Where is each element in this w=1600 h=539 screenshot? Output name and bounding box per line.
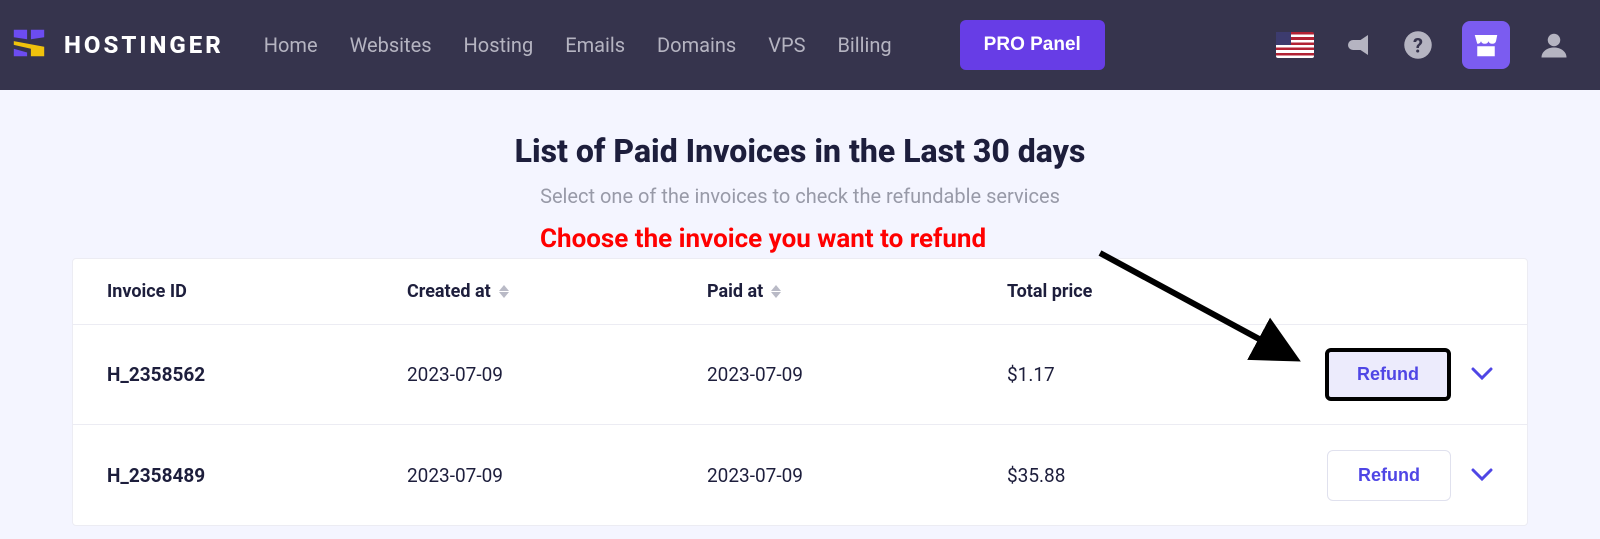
- table-row: H_2358562 2023-07-09 2023-07-09 $1.17 Re…: [73, 325, 1527, 425]
- logo-icon: [10, 24, 48, 66]
- col-created-at[interactable]: Created at: [407, 281, 707, 302]
- table-row: H_2358489 2023-07-09 2023-07-09 $35.88 R…: [73, 425, 1527, 525]
- col-paid-at[interactable]: Paid at: [707, 281, 1007, 302]
- cell-invoice-id: H_2358489: [107, 464, 407, 487]
- expand-row-icon[interactable]: [1471, 363, 1493, 386]
- col-paid-at-label: Paid at: [707, 281, 763, 302]
- cell-created-at: 2023-07-09: [407, 363, 707, 386]
- expand-row-icon[interactable]: [1471, 464, 1493, 487]
- col-invoice-id-label: Invoice ID: [107, 281, 187, 302]
- cell-created-at: 2023-07-09: [407, 464, 707, 487]
- help-icon[interactable]: ?: [1402, 29, 1434, 61]
- page-title: List of Paid Invoices in the Last 30 day…: [0, 132, 1600, 170]
- page-subtitle: Select one of the invoices to check the …: [0, 184, 1600, 208]
- nav-vps[interactable]: VPS: [768, 33, 805, 57]
- nav-hosting[interactable]: Hosting: [464, 33, 534, 57]
- table-header: Invoice ID Created at Paid at Total pric…: [73, 259, 1527, 325]
- sort-icon: [771, 285, 781, 298]
- invoice-table: Invoice ID Created at Paid at Total pric…: [72, 258, 1528, 526]
- top-header: HOSTINGER Home Websites Hosting Emails D…: [0, 0, 1600, 90]
- marketplace-icon[interactable]: [1462, 21, 1510, 69]
- sort-icon: [499, 285, 509, 298]
- brand[interactable]: HOSTINGER: [10, 24, 224, 66]
- cell-invoice-id: H_2358562: [107, 363, 407, 386]
- nav-home[interactable]: Home: [264, 33, 318, 57]
- pro-panel-button[interactable]: PRO Panel: [960, 20, 1105, 70]
- main-nav: Home Websites Hosting Emails Domains VPS…: [264, 20, 1105, 70]
- annotation-text: Choose the invoice you want to refund: [540, 224, 986, 254]
- cell-total-price: $35.88: [1007, 464, 1277, 487]
- nav-domains[interactable]: Domains: [657, 33, 736, 57]
- refund-button[interactable]: Refund: [1327, 450, 1451, 501]
- refund-button[interactable]: Refund: [1325, 348, 1451, 401]
- announcements-icon[interactable]: [1342, 29, 1374, 61]
- nav-emails[interactable]: Emails: [565, 33, 625, 57]
- col-created-at-label: Created at: [407, 281, 491, 302]
- col-total-price[interactable]: Total price: [1007, 281, 1277, 302]
- nav-websites[interactable]: Websites: [350, 33, 432, 57]
- nav-billing[interactable]: Billing: [837, 33, 891, 57]
- row-actions: Refund: [1277, 450, 1493, 501]
- col-total-price-label: Total price: [1007, 281, 1092, 302]
- row-actions: Refund: [1277, 348, 1493, 401]
- col-invoice-id[interactable]: Invoice ID: [107, 281, 407, 302]
- svg-text:?: ?: [1413, 34, 1423, 58]
- account-icon[interactable]: [1538, 29, 1570, 61]
- brand-name: HOSTINGER: [64, 31, 224, 59]
- cell-total-price: $1.17: [1007, 363, 1277, 386]
- cell-paid-at: 2023-07-09: [707, 363, 1007, 386]
- locale-flag-us[interactable]: [1276, 32, 1314, 58]
- header-right: ?: [1276, 21, 1570, 69]
- cell-paid-at: 2023-07-09: [707, 464, 1007, 487]
